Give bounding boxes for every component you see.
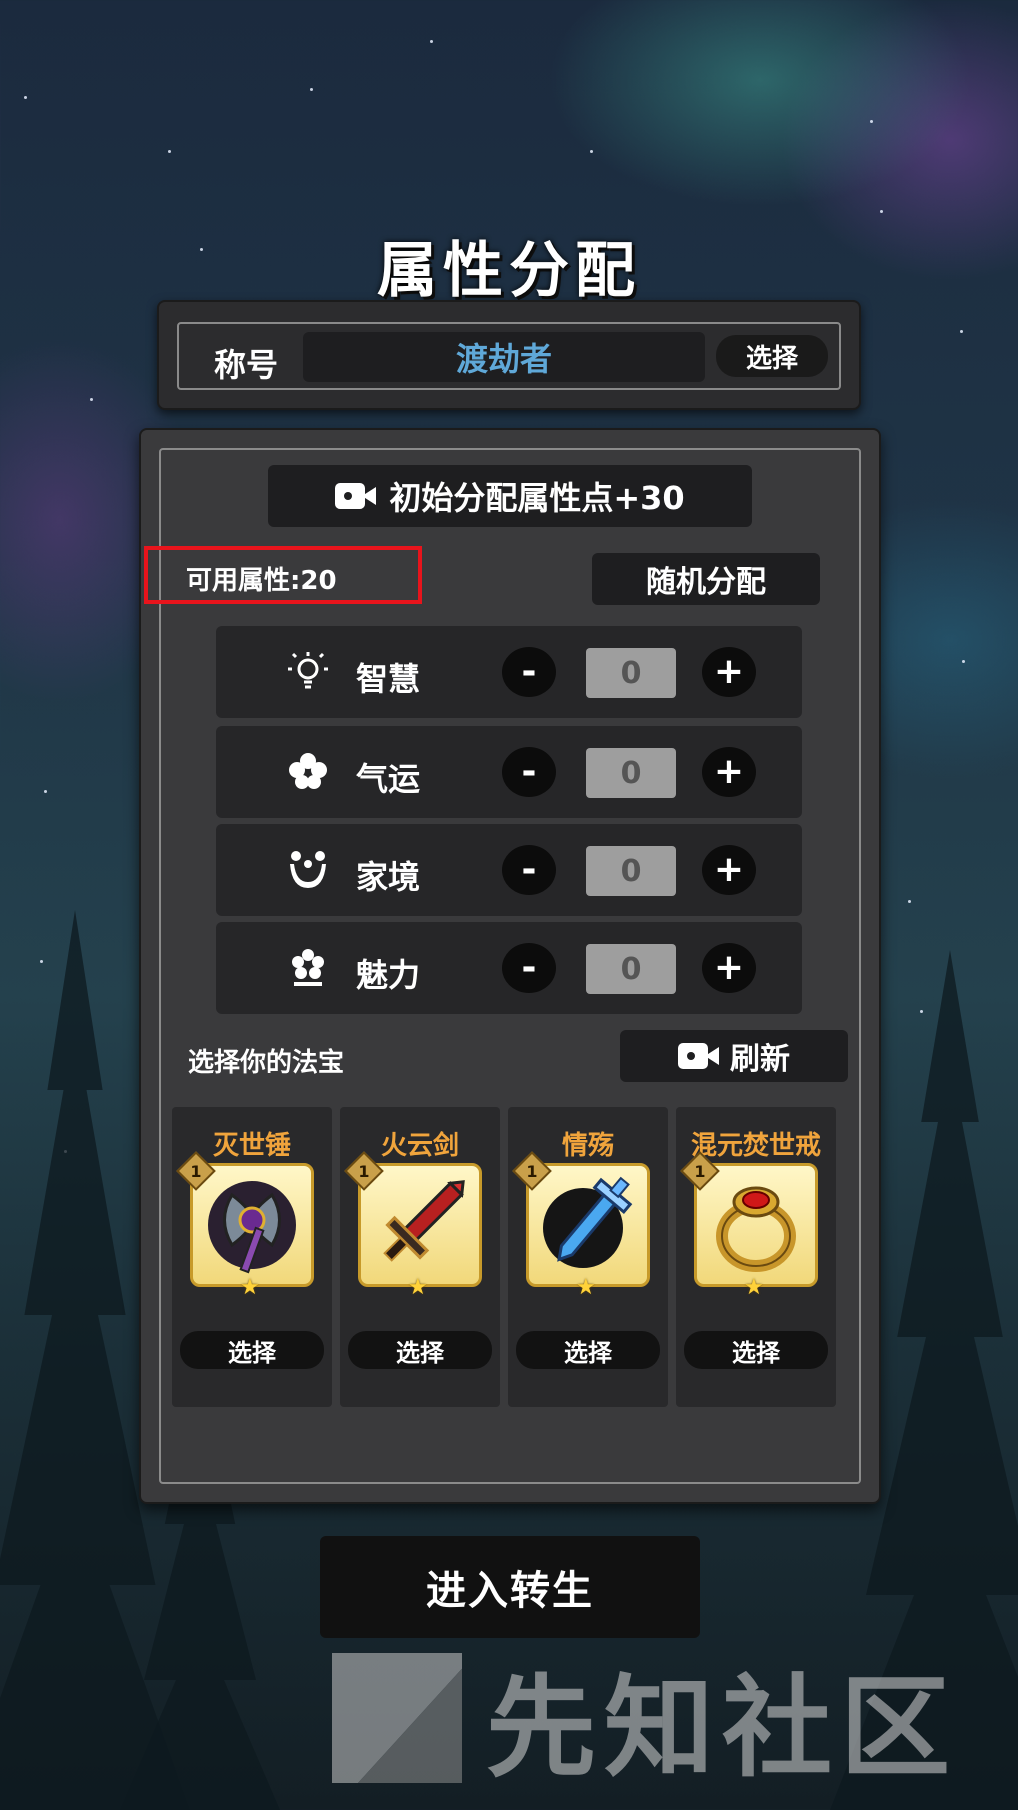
treasure-card: 混元焚世戒 1 ★ 选择 xyxy=(676,1107,836,1407)
video-camera-icon xyxy=(335,481,377,511)
attribute-value: 0 xyxy=(586,648,676,698)
attribute-row-family: 家境 - 0 + xyxy=(216,824,802,916)
treasure-card: 火云剑 1 ★ 选择 xyxy=(340,1107,500,1407)
treasure-select-button[interactable]: 选择 xyxy=(348,1331,492,1369)
attribute-label: 智慧 xyxy=(356,660,421,698)
crystal-sword-icon[interactable] xyxy=(526,1163,650,1287)
watermark-logo-icon xyxy=(332,1653,462,1783)
attribute-label: 魅力 xyxy=(356,956,421,994)
attribute-value: 0 xyxy=(586,748,676,798)
treasure-heading: 选择你的法宝 xyxy=(188,1048,345,1078)
refresh-button[interactable]: 刷新 xyxy=(620,1030,848,1082)
watermark: 先知社区 xyxy=(332,1648,992,1792)
star-icon: ★ xyxy=(408,1275,428,1300)
decrease-button[interactable]: - xyxy=(502,845,556,895)
flower-icon xyxy=(286,946,330,990)
increase-button[interactable]: + xyxy=(702,845,756,895)
available-points: 可用属性:20 xyxy=(186,566,337,596)
title-label: 称号 xyxy=(214,346,279,384)
star-icon: ★ xyxy=(240,1275,260,1300)
star-icon: ★ xyxy=(576,1275,596,1300)
axe-icon[interactable] xyxy=(190,1163,314,1287)
attribute-row-charm: 魅力 - 0 + xyxy=(216,922,802,1014)
enter-rebirth-button[interactable]: 进入转生 xyxy=(320,1536,700,1638)
watermark-text: 先知社区 xyxy=(486,1664,958,1792)
title-select-button[interactable]: 选择 xyxy=(716,335,828,377)
random-allocate-button[interactable]: 随机分配 xyxy=(592,553,820,605)
video-camera-icon xyxy=(678,1041,720,1071)
initial-points-label: 初始分配属性点+30 xyxy=(389,479,685,517)
treasure-card: 灭世锤 1 ★ 选择 xyxy=(172,1107,332,1407)
initial-points-button[interactable]: 初始分配属性点+30 xyxy=(268,465,752,527)
attribute-label: 气运 xyxy=(356,760,421,798)
fire-sword-icon[interactable] xyxy=(358,1163,482,1287)
star-icon: ★ xyxy=(744,1275,764,1300)
attribute-value: 0 xyxy=(586,846,676,896)
increase-button[interactable]: + xyxy=(702,943,756,993)
treasure-card: 情殇 1 ★ 选择 xyxy=(508,1107,668,1407)
attribute-row-wisdom: 智慧 - 0 + xyxy=(216,626,802,718)
title-value: 渡劫者 xyxy=(303,332,705,382)
increase-button[interactable]: + xyxy=(702,747,756,797)
treasure-select-button[interactable]: 选择 xyxy=(516,1331,660,1369)
decrease-button[interactable]: - xyxy=(502,647,556,697)
ring-icon[interactable] xyxy=(694,1163,818,1287)
treasure-select-button[interactable]: 选择 xyxy=(684,1331,828,1369)
decrease-button[interactable]: - xyxy=(502,747,556,797)
attribute-value: 0 xyxy=(586,944,676,994)
attribute-label: 家境 xyxy=(356,858,421,896)
refresh-label: 刷新 xyxy=(730,1042,790,1077)
lightbulb-icon xyxy=(286,650,330,694)
increase-button[interactable]: + xyxy=(702,647,756,697)
family-icon xyxy=(286,848,330,892)
clover-icon xyxy=(286,750,330,794)
decrease-button[interactable]: - xyxy=(502,943,556,993)
treasure-select-button[interactable]: 选择 xyxy=(180,1331,324,1369)
page-title: 属性分配 xyxy=(377,236,641,306)
attribute-row-luck: 气运 - 0 + xyxy=(216,726,802,818)
